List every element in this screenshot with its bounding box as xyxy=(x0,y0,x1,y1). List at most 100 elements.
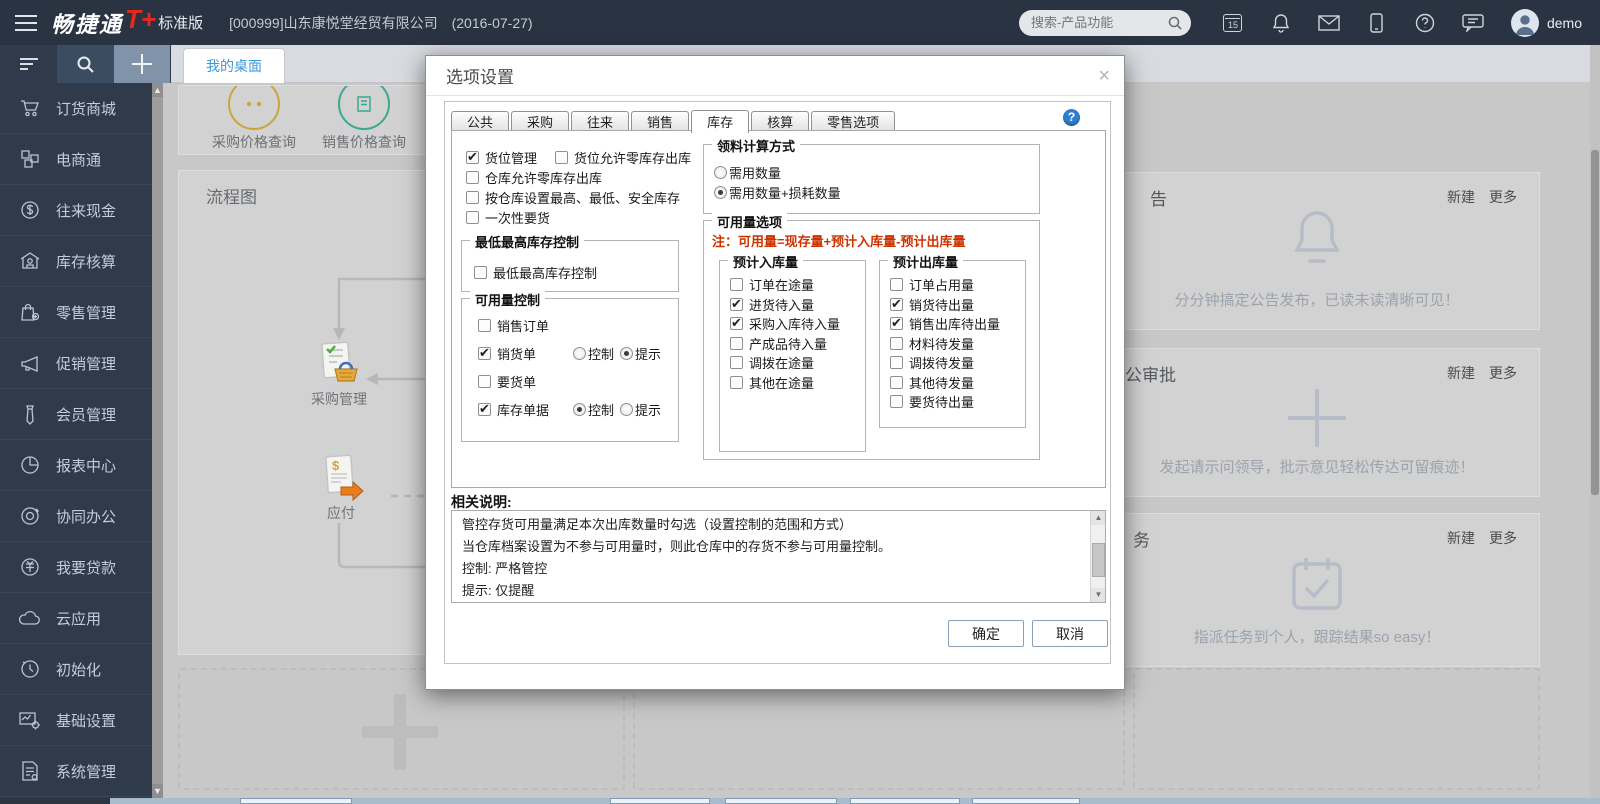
checkbox-item[interactable]: 调拨在途量 xyxy=(730,353,865,373)
dialog-help-icon[interactable]: ? xyxy=(1063,109,1080,126)
nav-search-button[interactable] xyxy=(57,45,114,83)
checkbox-one-time-request[interactable]: 一次性要货 xyxy=(466,207,691,227)
nav-add-button[interactable] xyxy=(114,45,170,83)
scroll-down-icon[interactable]: ▼ xyxy=(152,784,163,798)
nav-filter-button[interactable] xyxy=(0,45,57,83)
flow-node-purchase[interactable]: 采购管理 xyxy=(294,339,384,409)
checkbox[interactable] xyxy=(890,317,903,330)
sidebar-item-cloud-apps[interactable]: 云应用 xyxy=(0,593,152,644)
taskbar-window-button[interactable] xyxy=(972,798,1080,804)
sidebar-item-ecommerce[interactable]: 电商通 xyxy=(0,134,152,185)
radio[interactable] xyxy=(620,347,633,360)
checkbox[interactable] xyxy=(555,151,568,164)
checkbox[interactable] xyxy=(478,347,491,360)
radio[interactable] xyxy=(620,403,633,416)
radio-required-qty[interactable]: 需用数量 xyxy=(714,163,1039,181)
checkbox[interactable] xyxy=(474,266,487,279)
checkbox-goods-request[interactable]: 要货单 xyxy=(478,367,678,395)
checkbox-item[interactable]: 订单在途量 xyxy=(730,275,865,295)
checkbox-sales-order[interactable]: 销售订单 xyxy=(478,311,678,339)
checkbox-sales-delivery[interactable]: 销货单 控制 提示 xyxy=(478,339,678,367)
checkbox[interactable] xyxy=(890,298,903,311)
taskbar-window-button[interactable] xyxy=(850,798,960,804)
checkbox-location-mgmt[interactable]: 货位管理 xyxy=(466,147,537,167)
sidebar-item-member[interactable]: 会员管理 xyxy=(0,389,152,440)
product-search[interactable] xyxy=(1019,10,1191,36)
sidebar-item-collaboration[interactable]: 协同办公 xyxy=(0,491,152,542)
sidebar-item-basic-settings[interactable]: 基础设置 xyxy=(0,695,152,746)
checkbox[interactable] xyxy=(890,356,903,369)
approval-more-link[interactable]: 更多 xyxy=(1489,365,1517,381)
checkbox[interactable] xyxy=(890,337,903,350)
scroll-up-icon[interactable]: ▲ xyxy=(1091,511,1106,525)
checkbox-item[interactable]: 采购入库待入量 xyxy=(730,314,865,334)
announcement-more-link[interactable]: 更多 xyxy=(1489,189,1517,205)
taskbar-window-button[interactable] xyxy=(240,798,352,804)
notes-scrollbar-thumb[interactable] xyxy=(1092,543,1105,577)
checkbox-item[interactable]: 销售出库待出量 xyxy=(890,314,1025,334)
cancel-button[interactable]: 取消 xyxy=(1032,620,1108,647)
mobile-icon[interactable] xyxy=(1364,10,1390,36)
checkbox-item[interactable]: 其他在途量 xyxy=(730,373,865,393)
checkbox-item[interactable]: 订单占用量 xyxy=(890,275,1025,295)
checkbox[interactable] xyxy=(466,171,479,184)
radio[interactable] xyxy=(714,166,727,179)
announcement-new-link[interactable]: 新建 xyxy=(1447,189,1475,205)
tab-my-desktop[interactable]: 我的桌面 xyxy=(183,48,285,83)
sidebar-item-promotion[interactable]: 促销管理 xyxy=(0,338,152,389)
sidebar-item-inventory[interactable]: 库存核算 xyxy=(0,236,152,287)
sidebar-item-initialization[interactable]: 初始化 xyxy=(0,644,152,695)
checkbox[interactable] xyxy=(730,356,743,369)
dashboard-empty-slot[interactable] xyxy=(1133,668,1540,790)
os-taskbar[interactable] xyxy=(0,798,1600,804)
taskbar-window-button[interactable] xyxy=(610,798,710,804)
tab-accounting[interactable]: 核算 xyxy=(751,111,809,131)
checkbox[interactable] xyxy=(730,337,743,350)
tab-retail-options[interactable]: 零售选项 xyxy=(811,111,895,131)
radio[interactable] xyxy=(573,403,586,416)
taskbar-window-button[interactable] xyxy=(725,798,837,804)
task-more-link[interactable]: 更多 xyxy=(1489,530,1517,546)
tab-purchase[interactable]: 采购 xyxy=(511,111,569,131)
checkbox[interactable] xyxy=(478,375,491,388)
sidebar-item-system[interactable]: 系统管理 xyxy=(0,746,152,797)
help-circle-icon[interactable] xyxy=(1412,10,1438,36)
sidebar-item-reports[interactable]: 报表中心 xyxy=(0,440,152,491)
checkbox[interactable] xyxy=(730,278,743,291)
tab-inventory[interactable]: 库存 xyxy=(691,110,749,133)
checkbox-item[interactable]: 其他待发量 xyxy=(890,373,1025,393)
user-avatar[interactable] xyxy=(1511,9,1539,37)
checkbox[interactable] xyxy=(890,376,903,389)
radio-required-plus-loss-qty[interactable]: 需用数量+损耗数量 xyxy=(714,183,1039,201)
checkbox-inventory-voucher[interactable]: 库存单据 控制 提示 xyxy=(478,395,678,423)
checkbox-minmax-stock-control[interactable]: 最低最高库存控制 xyxy=(474,263,678,282)
sidebar-item-order-mall[interactable]: 订货商城 xyxy=(0,83,152,134)
tab-ar-ap[interactable]: 往来 xyxy=(571,111,629,131)
checkbox[interactable] xyxy=(466,211,479,224)
checkbox[interactable] xyxy=(890,278,903,291)
scroll-up-icon[interactable]: ▲ xyxy=(152,83,163,97)
radio[interactable] xyxy=(573,347,586,360)
shortcut-purchase-price[interactable]: 采购价格查询 xyxy=(199,86,309,154)
checkbox[interactable] xyxy=(730,376,743,389)
page-scrollbar-thumb[interactable] xyxy=(1591,150,1599,495)
checkbox-item[interactable]: 产成品待入量 xyxy=(730,334,865,354)
tab-sales[interactable]: 销售 xyxy=(631,111,689,131)
radio-tip[interactable]: 提示 xyxy=(620,344,661,363)
checkbox-location-zero-stock-out[interactable]: 货位允许零库存出库 xyxy=(555,147,691,167)
ok-button[interactable]: 确定 xyxy=(948,620,1024,647)
tab-common[interactable]: 公共 xyxy=(451,111,509,131)
checkbox[interactable] xyxy=(890,395,903,408)
checkbox-item[interactable]: 进货待入量 xyxy=(730,295,865,315)
hamburger-menu-icon[interactable] xyxy=(15,15,37,31)
page-scrollbar[interactable] xyxy=(1590,45,1600,798)
checkbox[interactable] xyxy=(478,403,491,416)
notification-bell-icon[interactable] xyxy=(1268,10,1294,36)
checkbox[interactable] xyxy=(466,151,479,164)
radio-control[interactable]: 控制 xyxy=(573,344,614,363)
checkbox-warehouse-zero-stock-out[interactable]: 仓库允许零库存出库 xyxy=(466,167,691,187)
flow-node-payable[interactable]: $ 应付 xyxy=(296,453,386,523)
checkbox-item[interactable]: 销货待出量 xyxy=(890,295,1025,315)
checkbox[interactable] xyxy=(466,191,479,204)
sidebar-item-loan[interactable]: 我要贷款 xyxy=(0,542,152,593)
